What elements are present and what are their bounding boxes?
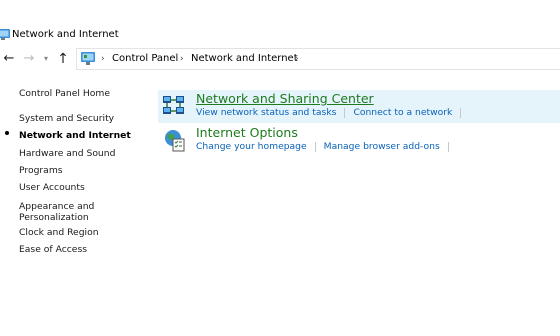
link-divider — [314, 141, 316, 152]
breadcrumb-separator[interactable]: › — [295, 49, 299, 69]
view-network-status-link[interactable]: View network status and tasks — [196, 107, 336, 118]
breadcrumb-separator[interactable]: › — [101, 49, 105, 69]
sidebar-item-appearance-and-personalization[interactable]: Appearance and Personalization — [19, 201, 94, 223]
network-sharing-icon — [163, 96, 184, 114]
sidebar-item-ease-of-access[interactable]: Ease of Access — [19, 244, 87, 255]
forward-button[interactable]: → — [22, 51, 36, 67]
connect-to-network-link[interactable]: Connect to a network — [353, 107, 452, 118]
category-network-and-sharing-center[interactable]: Network and Sharing Center View network … — [158, 90, 560, 123]
manage-browser-addons-link[interactable]: Manage browser add-ons — [324, 141, 440, 152]
breadcrumb-separator[interactable]: › — [180, 49, 184, 69]
sidebar-item-control-panel-home[interactable]: Control Panel Home — [19, 88, 110, 99]
breadcrumb-network-and-internet[interactable]: Network and Internet — [191, 49, 298, 69]
sidebar-item-network-and-internet: Network and Internet — [19, 130, 131, 141]
back-button[interactable]: ← — [2, 51, 16, 67]
address-bar[interactable]: › Control Panel › Network and Internet › — [76, 48, 560, 70]
title-bar: Network and Internet — [0, 0, 560, 44]
breadcrumb-control-panel[interactable]: Control Panel — [112, 49, 178, 69]
internet-options-link[interactable]: Internet Options — [196, 125, 298, 141]
window-title: Network and Internet — [12, 29, 119, 40]
change-homepage-link[interactable]: Change your homepage — [196, 141, 307, 152]
control-panel-icon — [81, 52, 95, 65]
up-button[interactable]: ↑ — [56, 51, 70, 67]
sidebar-item-programs[interactable]: Programs — [19, 165, 63, 176]
link-divider — [460, 107, 462, 118]
recent-locations-chevron-icon[interactable]: ▾ — [40, 51, 52, 67]
control-panel-icon — [0, 29, 10, 40]
internet-options-icon — [165, 130, 185, 152]
sidebar-item-system-and-security[interactable]: System and Security — [19, 113, 114, 124]
network-and-sharing-center-link[interactable]: Network and Sharing Center — [196, 91, 374, 107]
sidebar-item-user-accounts[interactable]: User Accounts — [19, 182, 85, 193]
navigation-bar: ← → ▾ ↑ › Control Panel › Network and In… — [0, 48, 560, 70]
sidebar-item-hardware-and-sound[interactable]: Hardware and Sound — [19, 148, 115, 159]
sidebar-item-clock-and-region[interactable]: Clock and Region — [19, 227, 99, 238]
link-divider — [344, 107, 346, 118]
link-divider — [447, 141, 449, 152]
current-section-bullet-icon — [5, 131, 9, 135]
category-internet-options[interactable]: Internet Options Change your homepage Man… — [158, 124, 560, 157]
